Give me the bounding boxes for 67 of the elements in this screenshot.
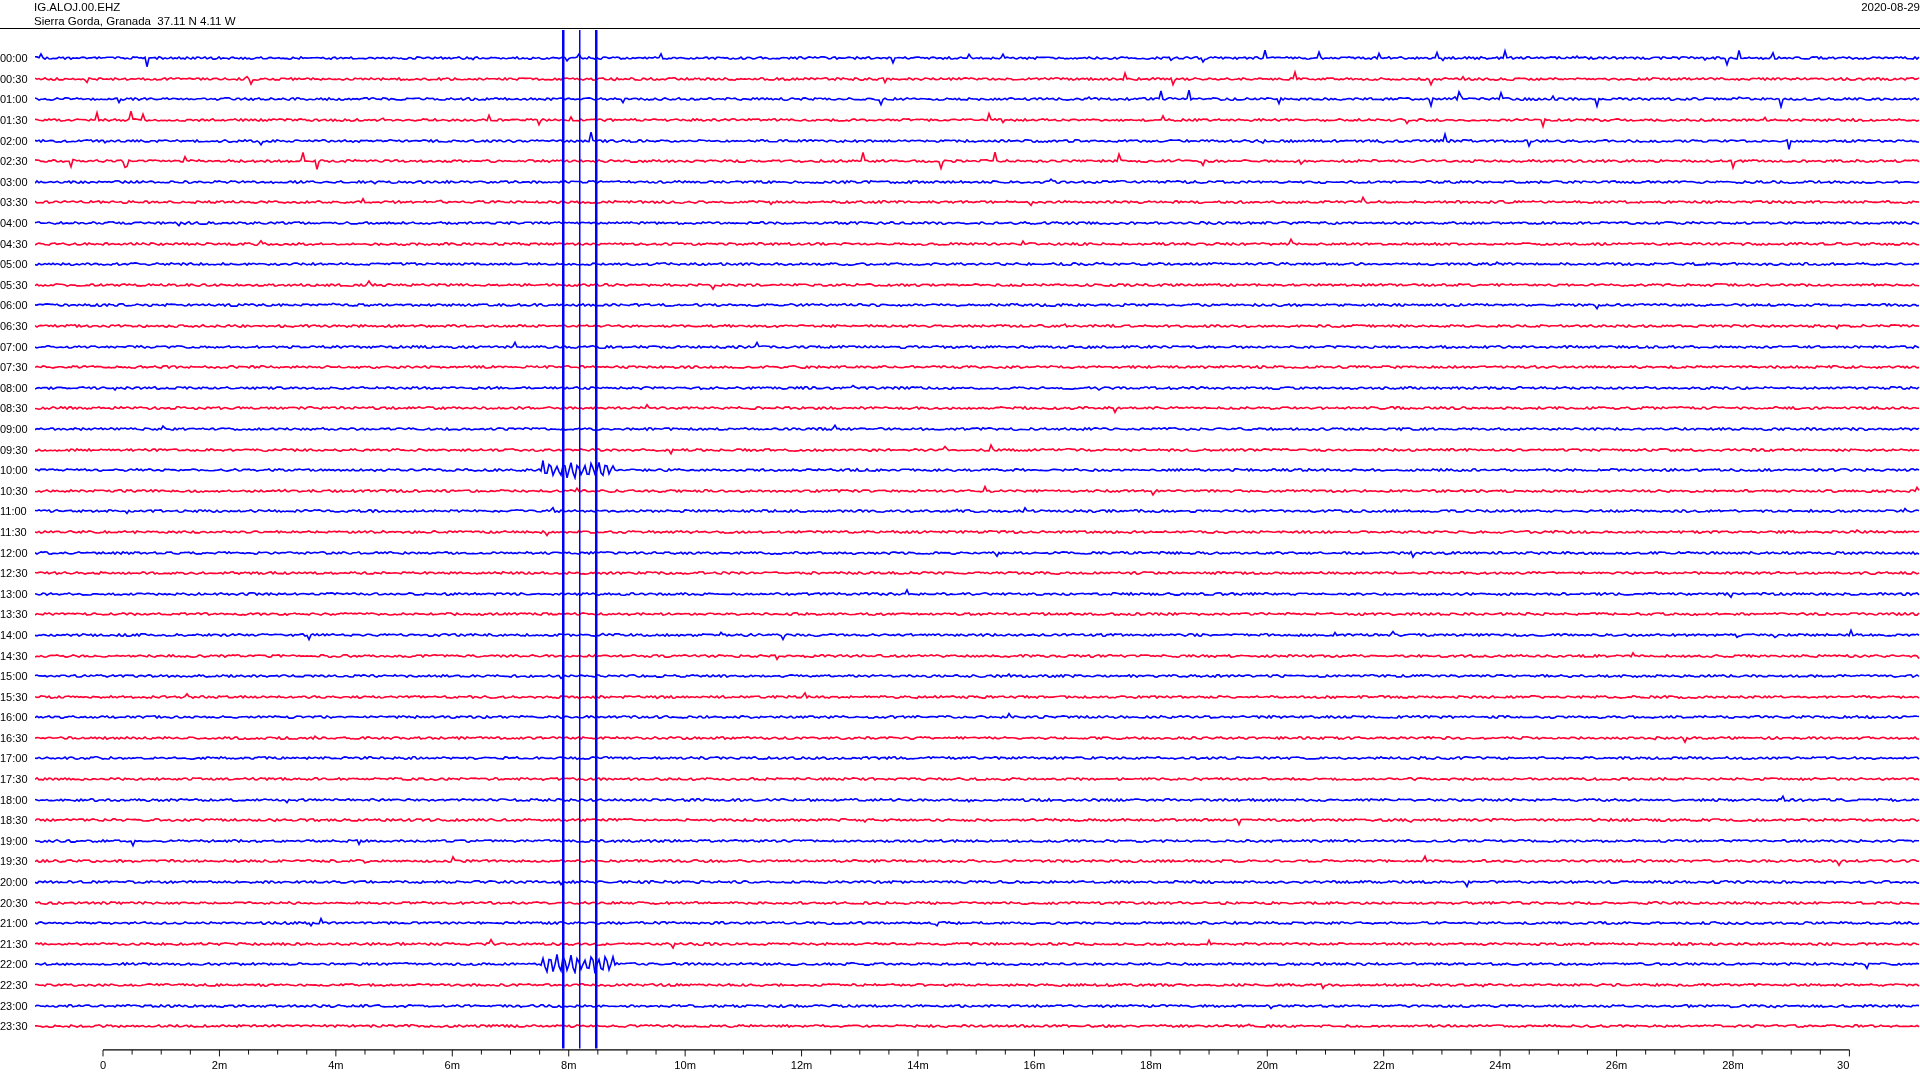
record-date: 2020-08-29 [1861,0,1920,14]
time-label: 11:30 [0,525,28,538]
time-label: 20:30 [0,896,29,909]
time-label: 21:00 [0,917,29,930]
time-label: 19:30 [0,855,29,868]
time-label: 15:30 [0,690,29,703]
axis-tick-label: 18m [1140,1058,1162,1071]
axis-tick-label: 24m [1489,1058,1511,1071]
time-label: 17:30 [0,773,29,786]
axis-tick-label: 20m [1256,1058,1279,1071]
axis-tick-label: 10m [674,1058,696,1071]
station-location: Sierra Gorda, Granada 37.11 N 4.11 W [34,14,236,28]
station-code: IG.ALOJ.00.EHZ [34,0,122,14]
time-label: 19:00 [0,834,29,847]
time-label: 13:30 [0,608,29,621]
time-label: 22:00 [0,958,29,971]
time-label: 16:30 [0,731,29,744]
time-label: 10:00 [0,464,29,477]
time-label: 23:00 [0,999,29,1012]
axis-tick-label: 26m [1605,1058,1628,1071]
time-label: 06:30 [0,320,29,332]
time-label: 13:00 [0,587,29,600]
axis-tick-label: 30 [1837,1058,1850,1071]
time-label: 22:30 [0,979,29,991]
time-label: 18:00 [0,793,29,806]
time-label: 09:30 [0,443,29,456]
time-label: 01:00 [0,93,29,106]
time-label: 02:00 [0,134,29,147]
time-label: 05:30 [0,278,29,291]
time-label: 08:00 [0,381,29,394]
time-label: 05:00 [0,258,29,271]
time-label: 12:00 [0,546,29,559]
axis-tick-label: 2m [211,1058,228,1071]
time-label: 03:30 [0,196,29,209]
time-label: 12:30 [0,567,29,580]
axis-tick-label: 4m [328,1058,344,1071]
time-label: 20:00 [0,876,29,889]
time-label: 11:00 [0,505,28,518]
time-label: 04:00 [0,217,29,230]
axis-tick-label: 28m [1722,1058,1744,1071]
time-label: 03:00 [0,175,29,188]
time-label: 01:30 [0,114,29,127]
time-label: 09:00 [0,423,29,435]
time-label: 23:30 [0,1020,29,1033]
axis-tick-label: 0 [99,1058,107,1071]
time-label: 04:30 [0,237,29,250]
time-label: 08:30 [0,402,29,415]
axis-tick-label: 16m [1023,1058,1046,1071]
time-label: 02:30 [0,155,29,168]
time-label: 06:00 [0,299,29,312]
axis-tick-label: 8m [561,1058,577,1071]
axis-tick-label: 6m [444,1058,460,1071]
time-label: 00:00 [0,52,29,65]
axis-tick-label: 14m [907,1058,929,1071]
time-label: 14:30 [0,649,29,662]
time-label: 21:30 [0,937,29,950]
axis-tick-label: 12m [790,1058,813,1071]
time-label: 17:00 [0,752,29,765]
time-label: 14:00 [0,628,29,641]
time-label: 15:00 [0,670,29,683]
time-label: 16:00 [0,711,29,724]
axis-tick-label: 22m [1372,1058,1395,1071]
time-label: 07:30 [0,361,29,374]
time-label: 00:30 [0,72,29,85]
time-label: 18:30 [0,814,29,827]
time-label: 07:00 [0,340,29,353]
time-label: 10:30 [0,484,29,497]
